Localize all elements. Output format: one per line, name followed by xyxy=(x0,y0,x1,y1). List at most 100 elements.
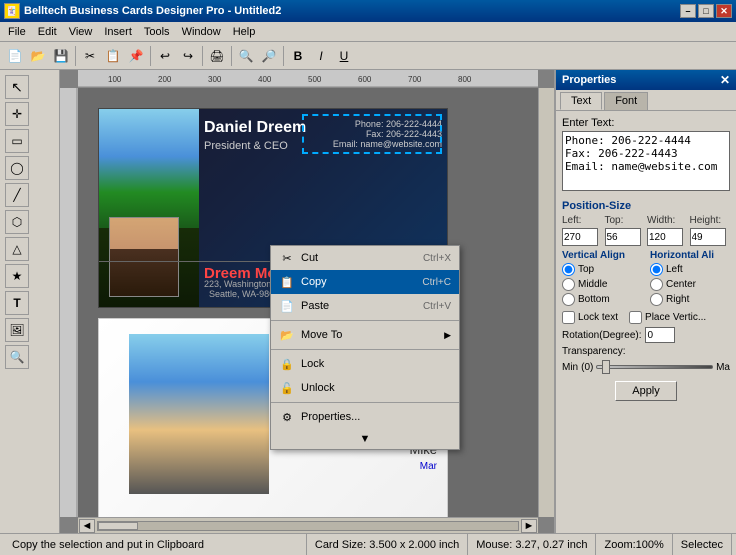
width-input[interactable] xyxy=(647,228,683,246)
rotation-label: Rotation(Degree): xyxy=(562,330,641,341)
min-value: (0) xyxy=(581,362,593,373)
underline-button[interactable]: U xyxy=(333,45,355,67)
ctx-copy-shortcut: Ctrl+C xyxy=(422,277,451,288)
undo-button[interactable]: ↩ xyxy=(154,45,176,67)
menu-help[interactable]: Help xyxy=(227,24,262,40)
canvas-area[interactable]: 100 200 300 400 500 600 700 800 xyxy=(60,70,554,533)
properties-content: Enter Text: Phone: 206-222-4444 Fax: 206… xyxy=(556,111,736,407)
svg-text:600: 600 xyxy=(358,75,372,84)
halign-center-radio[interactable] xyxy=(650,278,663,291)
move-to-icon: 📂 xyxy=(279,327,295,343)
paste-icon: 📄 xyxy=(279,298,295,314)
person-photo xyxy=(109,217,179,297)
polygon-tool[interactable]: ⬡ xyxy=(5,210,29,234)
menu-insert[interactable]: Insert xyxy=(98,24,138,40)
lock-text-checkbox[interactable] xyxy=(562,311,575,324)
lock-text-row: Lock text Place Vertic... xyxy=(562,311,730,324)
valign-bottom-label: Bottom xyxy=(578,294,610,305)
halign-center-row: Center xyxy=(650,278,730,291)
horizontal-align-col: Horizontal Ali Left Center Right xyxy=(650,250,730,308)
minimize-button[interactable]: – xyxy=(680,4,696,18)
scroll-right-button[interactable]: ► xyxy=(521,519,537,533)
position-size-title: Position-Size xyxy=(562,200,730,212)
move-tool[interactable]: ✛ xyxy=(5,102,29,126)
ctx-unlock[interactable]: 🔓 Unlock xyxy=(271,376,459,400)
scroll-left-button[interactable]: ◄ xyxy=(79,519,95,533)
cut-icon: ✂ xyxy=(279,250,295,266)
bold-button[interactable]: B xyxy=(287,45,309,67)
menu-file[interactable]: File xyxy=(2,24,32,40)
halign-right-radio[interactable] xyxy=(650,293,663,306)
ctx-paste-shortcut: Ctrl+V xyxy=(423,301,451,312)
menu-window[interactable]: Window xyxy=(176,24,227,40)
app-icon: 🃏 xyxy=(4,3,20,19)
paste-button[interactable]: 📌 xyxy=(125,45,147,67)
ellipse-tool[interactable]: ◯ xyxy=(5,156,29,180)
svg-text:100: 100 xyxy=(108,75,122,84)
cut-button[interactable]: ✂ xyxy=(79,45,101,67)
scrollbar-vertical[interactable] xyxy=(538,88,554,517)
ctx-paste-label: Paste xyxy=(301,300,329,312)
ctx-cut[interactable]: ✂ Cut Ctrl+X xyxy=(271,246,459,270)
height-input[interactable] xyxy=(690,228,726,246)
text-tool[interactable]: T xyxy=(5,291,29,315)
vertical-align-title: Vertical Align xyxy=(562,250,642,261)
star-tool[interactable]: ★ xyxy=(5,264,29,288)
transparency-thumb[interactable] xyxy=(602,360,610,374)
copy-button[interactable]: 📋 xyxy=(102,45,124,67)
ctx-copy[interactable]: 📋 Copy Ctrl+C xyxy=(271,270,459,294)
tab-text[interactable]: Text xyxy=(560,92,602,110)
zoom-tool[interactable]: 🔍 xyxy=(5,345,29,369)
image-tool[interactable]: 🖼 xyxy=(5,318,29,342)
valign-bottom-radio[interactable] xyxy=(562,293,575,306)
valign-middle-radio[interactable] xyxy=(562,278,575,291)
ctx-paste[interactable]: 📄 Paste Ctrl+V xyxy=(271,294,459,318)
properties-title: Properties ✕ xyxy=(556,70,736,90)
maximize-button[interactable]: □ xyxy=(698,4,714,18)
menu-edit[interactable]: Edit xyxy=(32,24,63,40)
halign-left-radio[interactable] xyxy=(650,263,663,276)
status-zoom: Zoom:100% xyxy=(596,534,672,555)
house-image xyxy=(99,109,199,228)
halign-left-label: Left xyxy=(666,264,683,275)
ctx-move-to-arrow: ▶ xyxy=(444,330,451,341)
left-input[interactable] xyxy=(562,228,598,246)
ctx-properties[interactable]: ⚙ Properties... xyxy=(271,405,459,429)
valign-top-row: Top xyxy=(562,263,642,276)
ctx-more[interactable]: ▼ xyxy=(271,429,459,449)
ctx-lock[interactable]: 🔒 Lock xyxy=(271,352,459,376)
valign-top-radio[interactable] xyxy=(562,263,575,276)
place-vertically-checkbox[interactable] xyxy=(629,311,642,324)
apply-button[interactable]: Apply xyxy=(615,381,677,401)
scrollbar-horizontal[interactable]: ◄ ► xyxy=(78,517,538,533)
properties-panel: Properties ✕ Text Font Enter Text: Phone… xyxy=(554,70,736,533)
width-label: Width: xyxy=(647,215,688,226)
print-button[interactable]: 🖨 xyxy=(206,45,228,67)
tab-font[interactable]: Font xyxy=(604,92,648,110)
menu-tools[interactable]: Tools xyxy=(138,24,176,40)
zoom-in-button[interactable]: 🔍 xyxy=(235,45,257,67)
status-bar: Copy the selection and put in Clipboard … xyxy=(0,533,736,555)
menu-view[interactable]: View xyxy=(63,24,99,40)
rotation-input[interactable] xyxy=(645,327,675,343)
ctx-move-to[interactable]: 📂 Move To ▶ xyxy=(271,323,459,347)
toolbar-sep-1 xyxy=(75,46,76,66)
halign-right-row: Right xyxy=(650,293,730,306)
top-input[interactable] xyxy=(605,228,641,246)
select-tool[interactable]: ↖ xyxy=(5,75,29,99)
redo-button[interactable]: ↪ xyxy=(177,45,199,67)
scroll-track-h[interactable] xyxy=(97,521,519,531)
line-tool[interactable]: ╱ xyxy=(5,183,29,207)
scroll-thumb-h[interactable] xyxy=(98,522,138,530)
triangle-tool[interactable]: △ xyxy=(5,237,29,261)
properties-close[interactable]: ✕ xyxy=(720,73,730,87)
close-button[interactable]: ✕ xyxy=(716,4,732,18)
italic-button[interactable]: I xyxy=(310,45,332,67)
open-button[interactable]: 📂 xyxy=(27,45,49,67)
text-input[interactable]: Phone: 206-222-4444 Fax: 206-222-4443 Em… xyxy=(562,131,730,191)
new-button[interactable]: 📄 xyxy=(4,45,26,67)
zoom-out-button[interactable]: 🔎 xyxy=(258,45,280,67)
rect-tool[interactable]: ▭ xyxy=(5,129,29,153)
save-button[interactable]: 💾 xyxy=(50,45,72,67)
transparency-slider-container xyxy=(596,359,713,375)
